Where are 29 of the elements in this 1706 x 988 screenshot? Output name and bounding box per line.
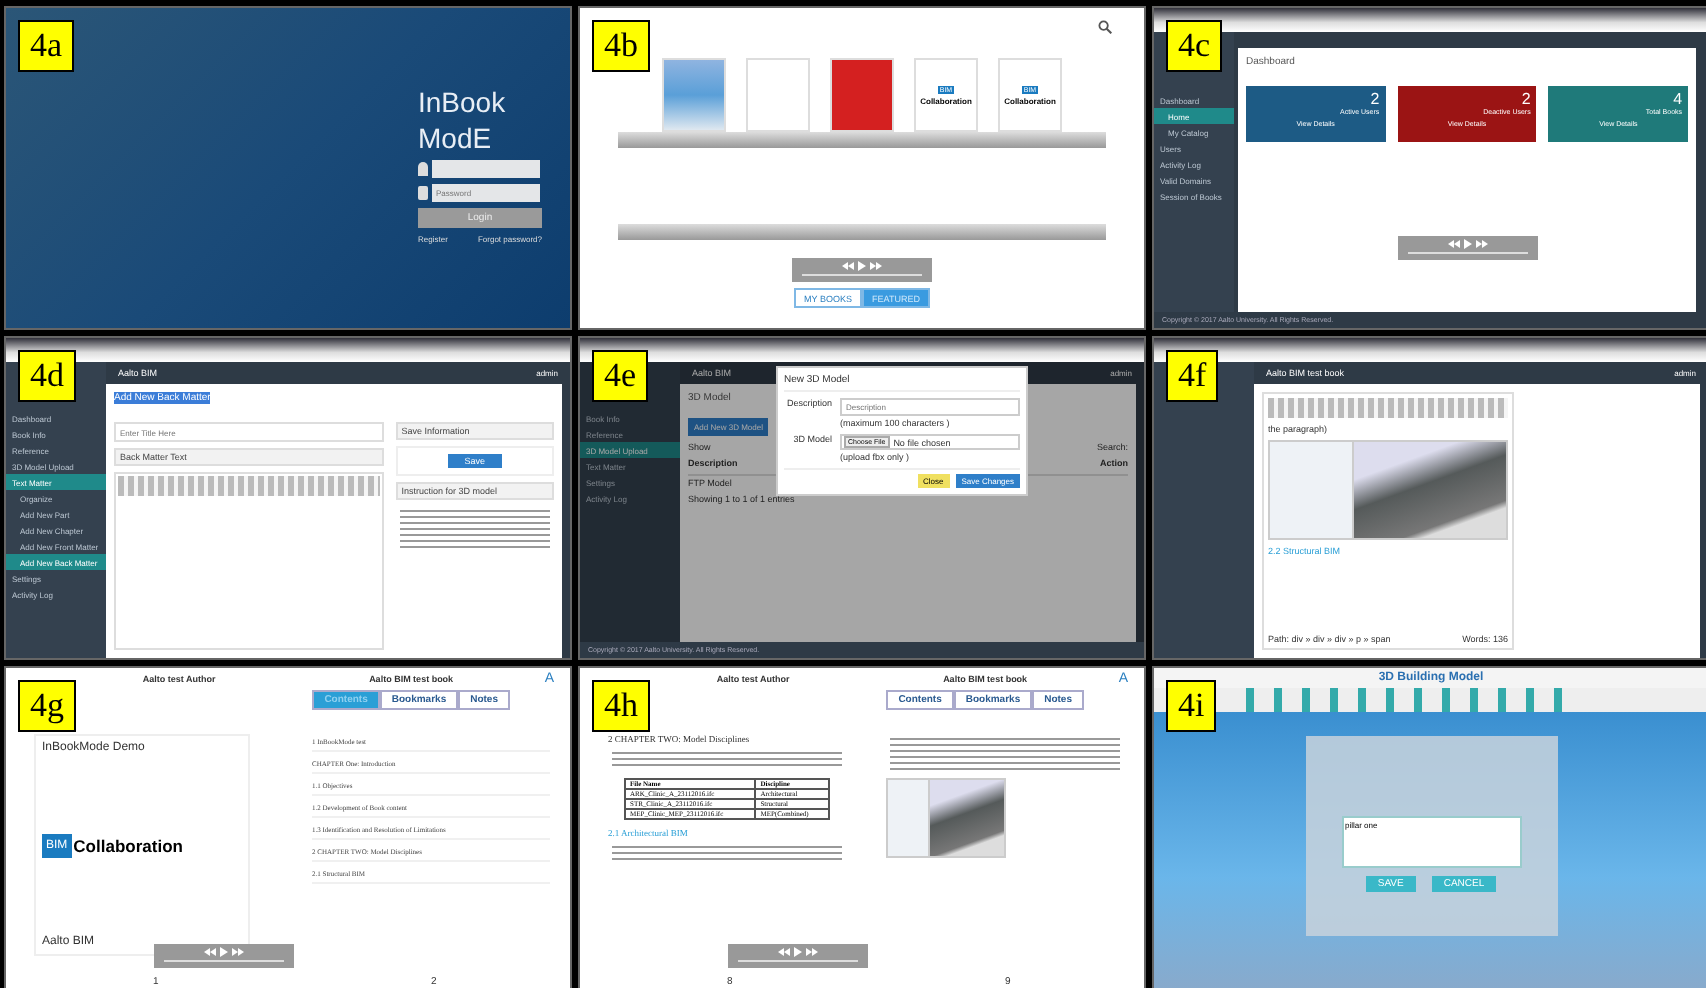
lock-icon — [418, 186, 428, 200]
editor-toolbar-drawing[interactable] — [118, 476, 380, 496]
logo-text: Collaboration — [73, 835, 183, 855]
text-editor[interactable] — [114, 472, 384, 650]
app-title: InBook — [418, 88, 508, 118]
panel-label: 4h — [592, 680, 650, 732]
search-icon[interactable] — [1098, 20, 1112, 34]
panel-label: 4c — [1166, 20, 1223, 72]
panel-label: 4d — [18, 350, 76, 402]
stat-count: 2 — [1370, 90, 1380, 108]
audio-player-drawing[interactable] — [728, 944, 868, 968]
building-model-screenshot — [886, 778, 1006, 858]
audio-player-drawing[interactable] — [154, 944, 294, 968]
user-icon — [418, 162, 428, 176]
username-field[interactable] — [432, 160, 540, 178]
panel-label: 4a — [18, 20, 75, 72]
stat-count: 2 — [1521, 90, 1531, 108]
panel-label: 4f — [1166, 350, 1219, 402]
stat-count: 4 — [1673, 90, 1683, 108]
editor-toolbar-drawing[interactable] — [1268, 398, 1508, 418]
panel-label: 4i — [1166, 680, 1217, 732]
panel-label: 4e — [592, 350, 649, 402]
panel-label: 4b — [592, 20, 650, 72]
book-cover-picture[interactable] — [662, 58, 726, 132]
book-cover-picture[interactable] — [830, 58, 894, 132]
audio-player-drawing[interactable] — [792, 258, 932, 282]
panel-label: 4g — [18, 680, 76, 732]
audio-player-drawing[interactable] — [1397, 236, 1537, 260]
app-title: ModE — [418, 124, 494, 154]
